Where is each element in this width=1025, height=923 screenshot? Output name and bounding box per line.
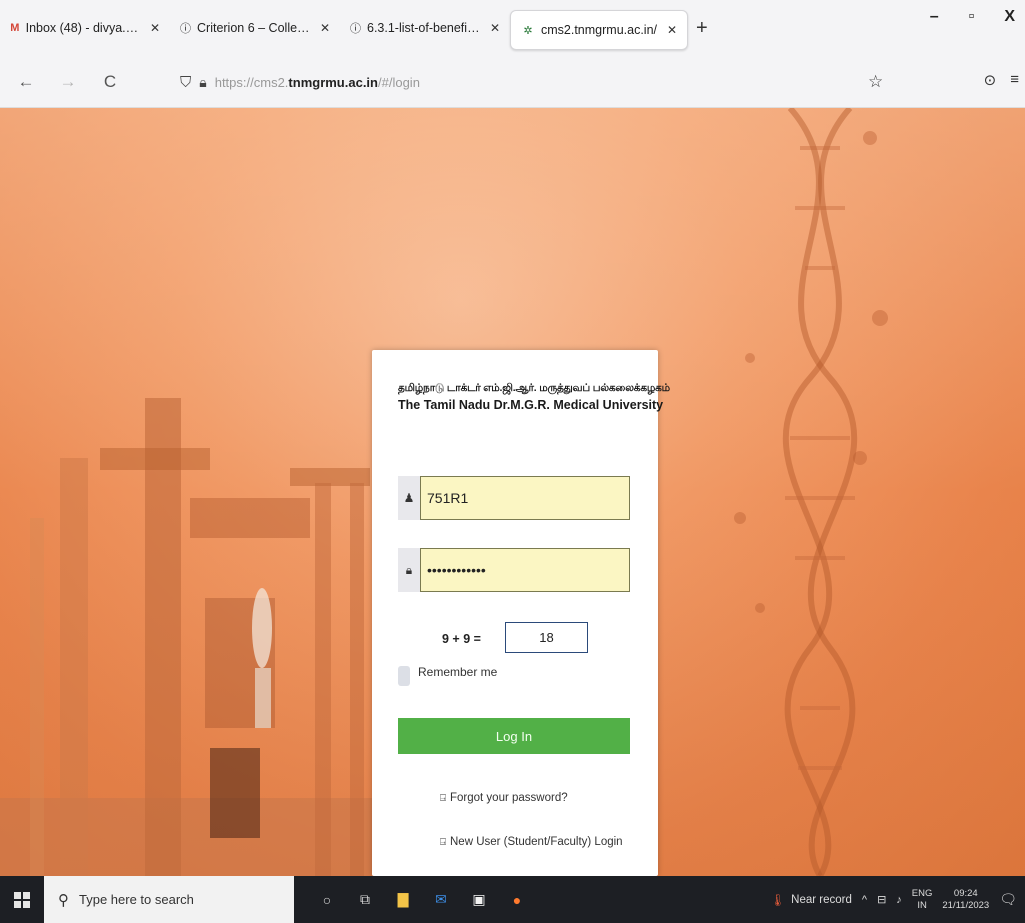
search-placeholder: Type here to search: [79, 892, 194, 907]
network-icon[interactable]: ⊟: [877, 893, 886, 906]
tab-pdf[interactable]: ⓘ 6.3.1-list-of-beneficiaries.pdf ✕: [340, 8, 510, 48]
forgot-password-label: Forgot your password?: [450, 792, 568, 804]
url-domain: tnmgrmu.ac.in: [288, 74, 378, 90]
clock-time: 09:24: [953, 887, 978, 899]
shield-icon[interactable]: ⛉: [180, 74, 191, 91]
taskbar-search[interactable]: ⚲ Type here to search: [44, 876, 294, 923]
windows-taskbar: ⚲ Type here to search ○ ⧉ ▇ ✉ ▣ ● 🌡︎ Nea…: [0, 876, 1025, 923]
url-path: /#/login: [378, 74, 420, 90]
task-view-icon[interactable]: ⧉: [354, 889, 376, 911]
tray-chevron-icon[interactable]: ^: [862, 894, 867, 906]
info-icon: ⓘ: [180, 23, 191, 35]
login-button[interactable]: Log In: [398, 718, 630, 754]
tab-gmail[interactable]: M Inbox (48) - divya.nursing@sh ✕: [0, 8, 170, 48]
captcha-input[interactable]: [505, 622, 588, 653]
reload-icon[interactable]: C: [96, 72, 124, 92]
tab-label: 6.3.1-list-of-beneficiaries.pdf: [367, 21, 480, 35]
pocket-icon[interactable]: ⊙: [984, 71, 997, 89]
close-icon[interactable]: ✕: [150, 21, 160, 35]
site-favicon-icon: ✲: [523, 24, 533, 37]
tab-label: cms2.tnmgrmu.ac.in/: [541, 23, 658, 37]
user-icon: ♟: [398, 476, 420, 520]
mail-icon[interactable]: ✉: [430, 889, 452, 911]
clock-date: 21/11/2023: [942, 899, 990, 911]
remember-me-checkbox[interactable]: [398, 666, 410, 686]
remember-me: Remember me: [398, 665, 498, 686]
bookmark-star-icon[interactable]: ☆: [868, 72, 883, 92]
gmail-icon: M: [10, 22, 20, 34]
forward-icon[interactable]: →: [54, 72, 82, 92]
weather-text: Near record: [791, 893, 852, 906]
windows-start-icon[interactable]: [0, 876, 44, 923]
university-name-english: The Tamil Nadu Dr.M.G.R. Medical Univers…: [398, 398, 664, 412]
info-icon: ⓘ: [350, 23, 361, 35]
password-field-group: 🔒︎: [398, 548, 630, 592]
tab-criterion[interactable]: ⓘ Criterion 6 – College of Nursin ✕: [170, 8, 340, 48]
new-user-label: New User (Student/Faculty) Login: [450, 836, 623, 848]
lang-top: ENG: [911, 887, 933, 899]
tab-label: Inbox (48) - divya.nursing@sh: [25, 21, 140, 35]
thermometer-icon: 🌡︎: [770, 894, 786, 907]
username-field-group: ♟: [398, 476, 630, 520]
clock[interactable]: 09:24 21/11/2023: [942, 888, 989, 912]
close-icon[interactable]: ✕: [667, 23, 677, 37]
new-user-link[interactable]: ⍈ New User (Student/Faculty) Login: [440, 836, 623, 848]
tab-cms2[interactable]: ✲ cms2.tnmgrmu.ac.in/ ✕: [510, 10, 688, 50]
minimize-icon[interactable]: –: [930, 8, 939, 26]
tab-label: Criterion 6 – College of Nursin: [197, 21, 310, 35]
notification-icon[interactable]: 🗨︎: [999, 891, 1017, 908]
close-icon[interactable]: ✕: [320, 21, 330, 35]
username-input[interactable]: [420, 476, 630, 520]
taskbar-apps: ○ ⧉ ▇ ✉ ▣ ●: [316, 889, 528, 911]
captcha-question: 9 + 9 =: [442, 632, 481, 646]
store-icon[interactable]: ▣: [468, 889, 490, 911]
forgot-password-link[interactable]: ⍈ Forgot your password?: [440, 792, 568, 804]
url-prefix: https://cms2.: [214, 74, 289, 90]
remember-me-label: Remember me: [418, 665, 498, 679]
key-icon: ⍈: [440, 836, 446, 848]
back-icon[interactable]: ←: [12, 72, 40, 92]
window-controls: – ▫ X: [930, 8, 1025, 26]
key-icon: ⍈: [440, 792, 446, 804]
dna-helix-image: [734, 108, 888, 876]
university-brand: தமிழ்நாடு டாக்டர் எம்.ஜி.ஆர். மருத்துவப்…: [392, 372, 670, 422]
search-icon: ⚲: [58, 891, 69, 909]
cortana-icon[interactable]: ○: [316, 889, 338, 911]
weather-widget[interactable]: 🌡︎ Near record: [771, 893, 852, 907]
new-tab-button[interactable]: +: [688, 17, 716, 40]
lock-icon: 🔒︎: [398, 548, 420, 592]
browser-tab-strip: M Inbox (48) - divya.nursing@sh ✕ ⓘ Crit…: [0, 0, 1025, 56]
system-tray: 🌡︎ Near record ^ ⊟ ♪ ENG IN 09:24 21/11/…: [771, 876, 1017, 923]
firefox-icon[interactable]: ●: [506, 889, 528, 911]
toolbar-right: ⊙ ≡: [984, 71, 1019, 89]
extensions-icon[interactable]: ≡: [1010, 71, 1019, 89]
lock-icon[interactable]: 🔒︎: [199, 74, 206, 91]
address-bar[interactable]: ⛉ 🔒︎ https://cms2.tnmgrmu.ac.in/#/login: [180, 66, 900, 98]
window-close-icon[interactable]: X: [1004, 8, 1015, 26]
file-explorer-icon[interactable]: ▇: [392, 889, 414, 911]
university-building-image: [0, 398, 380, 876]
login-card: தமிழ்நாடு டாக்டர் எம்.ஜி.ஆர். மருத்துவப்…: [372, 350, 670, 876]
language-indicator[interactable]: ENG IN: [912, 888, 933, 912]
maximize-icon[interactable]: ▫: [969, 8, 975, 26]
university-name-tamil: தமிழ்நாடு டாக்டர் எம்.ஜி.ஆர். மருத்துவப்…: [398, 382, 670, 394]
close-icon[interactable]: ✕: [490, 21, 500, 35]
lang-bottom: IN: [917, 899, 927, 911]
browser-nav-bar: ← → C ⛉ 🔒︎ https://cms2.tnmgrmu.ac.in/#/…: [0, 56, 1025, 108]
password-input[interactable]: [420, 548, 630, 592]
volume-icon[interactable]: ♪: [896, 894, 902, 906]
